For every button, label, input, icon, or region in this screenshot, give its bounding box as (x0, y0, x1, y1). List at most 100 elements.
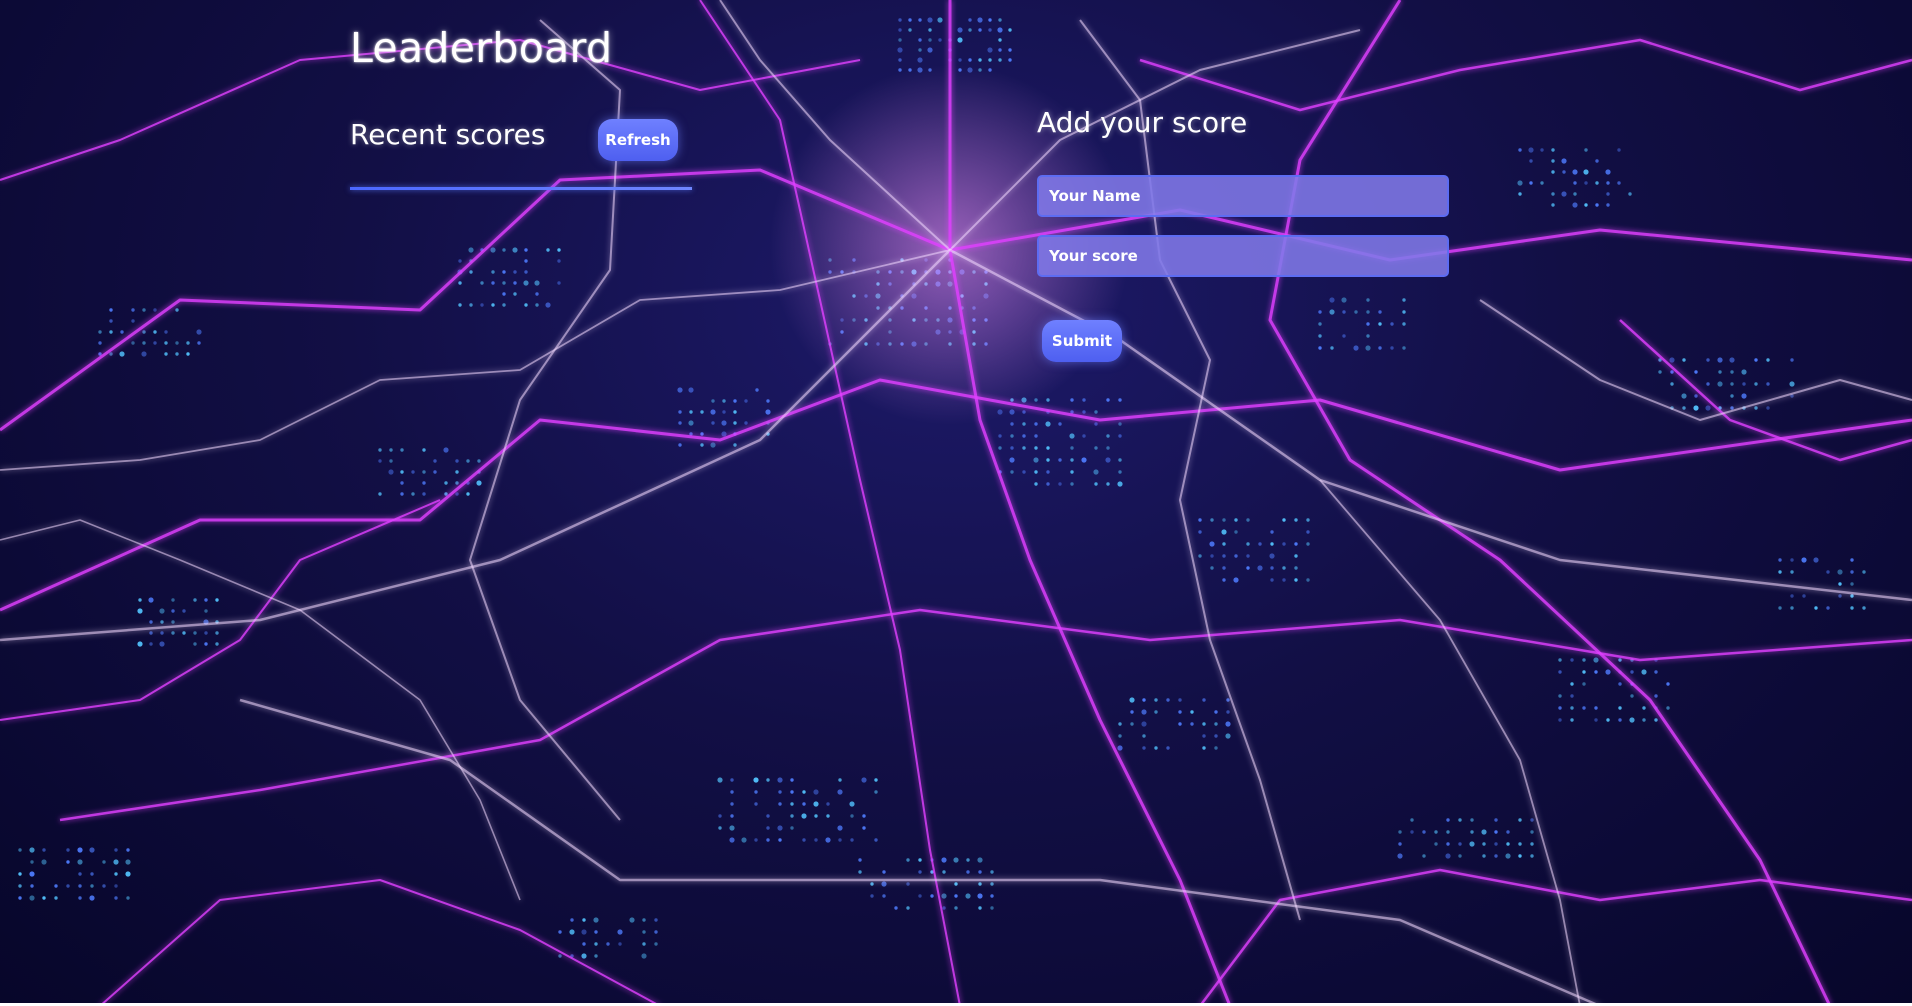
circuit-dot (18, 896, 22, 900)
circuit-dot (171, 631, 175, 635)
circuit-dot (160, 620, 164, 624)
circuit-dot (109, 352, 113, 356)
circuit-dot (937, 17, 943, 23)
circuit-dot (455, 481, 459, 485)
circuit-dot (204, 642, 208, 646)
circuit-dot (753, 777, 759, 783)
circuit-dot (1234, 518, 1238, 522)
circuit-dot (1584, 181, 1588, 185)
circuit-dot (458, 281, 462, 285)
circuit-dot (1045, 421, 1051, 427)
circuit-dot (1106, 446, 1110, 450)
circuit-dot (41, 859, 47, 865)
circuit-dot (741, 837, 747, 843)
circuit-dot (874, 838, 878, 842)
circuit-dot (930, 894, 934, 898)
refresh-button[interactable]: Refresh (598, 119, 678, 161)
circuit-dot (1730, 406, 1734, 410)
circuit-dot (480, 281, 484, 285)
circuit-dot (990, 870, 994, 874)
circuit-dot (389, 459, 393, 463)
circuit-dot (1618, 658, 1622, 662)
circuit-dot (1558, 658, 1562, 662)
circuit-dot (1402, 298, 1406, 302)
circuit-dot (534, 280, 540, 286)
circuit-trace (1139, 38, 1912, 112)
circuit-dot (1570, 694, 1574, 698)
circuit-dot (1366, 322, 1370, 326)
circuit-dot (502, 292, 506, 296)
circuit-dot (1270, 542, 1274, 546)
circuit-dot (455, 459, 459, 463)
circuit-dot (1246, 542, 1250, 546)
circuit-dot (1630, 670, 1634, 674)
circuit-dot (164, 352, 168, 356)
circuit-dot (1034, 482, 1038, 486)
circuit-dot (1494, 830, 1498, 834)
circuit-dot (1270, 578, 1274, 582)
circuit-dot (546, 248, 550, 252)
circuit-dot (1862, 570, 1866, 574)
circuit-dot (1106, 398, 1110, 402)
circuit-dot (204, 609, 208, 613)
circuit-dot (1641, 669, 1647, 675)
circuit-dot (942, 870, 946, 874)
circuit-dot (54, 896, 58, 900)
circuit-dot (766, 838, 770, 842)
circuit-dot (1730, 370, 1734, 374)
circuit-dot (142, 330, 146, 334)
circuit-dot (908, 18, 912, 22)
circuit-dot (1294, 554, 1298, 558)
circuit-dot (998, 446, 1002, 450)
submit-button[interactable]: Submit (1042, 320, 1122, 362)
circuit-dot (729, 825, 735, 831)
circuit-dot (1572, 202, 1578, 208)
circuit-dot (215, 598, 219, 602)
circuit-dot (721, 420, 727, 426)
circuit-dot (78, 896, 82, 900)
circuit-dot (1130, 722, 1134, 726)
circuit-dot (826, 814, 830, 818)
circuit-dot (1318, 310, 1322, 314)
circuit-dot (733, 421, 737, 425)
circuit-dot (1790, 594, 1794, 598)
circuit-dot (1551, 148, 1555, 152)
circuit-dot (1106, 434, 1110, 438)
circuit-dot (1642, 706, 1646, 710)
score-input[interactable] (1037, 235, 1449, 277)
circuit-dot (642, 942, 646, 946)
circuit-dot (826, 802, 830, 806)
circuit-dot (593, 917, 599, 923)
circuit-dot (978, 58, 982, 62)
circuit-dot (1398, 830, 1402, 834)
circuit-dot (1682, 358, 1686, 362)
circuit-dot (1269, 553, 1275, 559)
circuit-dot (1530, 842, 1534, 846)
circuit-dot (581, 953, 587, 959)
name-input[interactable] (1037, 175, 1449, 217)
circuit-dot (978, 28, 982, 32)
circuit-dot (988, 28, 992, 32)
circuit-dot (1434, 830, 1438, 834)
circuit-dot (1022, 410, 1026, 414)
circuit-dot (1094, 422, 1098, 426)
circuit-dot (1494, 842, 1498, 846)
circuit-dot (1754, 382, 1758, 386)
circuit-dot (700, 443, 704, 447)
circuit-dot (1518, 192, 1522, 196)
circuit-dot (1034, 422, 1038, 426)
circuit-dot (1518, 818, 1522, 822)
circuit-dot (400, 492, 404, 496)
circuit-dot (1226, 710, 1230, 714)
circuit-dot (1222, 578, 1226, 582)
circuit-dot (850, 814, 854, 818)
circuit-dot (1246, 566, 1250, 570)
circuit-dot (1397, 853, 1403, 859)
circuit-dot (1594, 670, 1598, 674)
circuit-dot (654, 942, 658, 946)
circuit-dot (1118, 722, 1122, 726)
circuit-dot (1010, 422, 1014, 426)
circuit-dot (466, 459, 470, 463)
circuit-dot (766, 814, 770, 818)
circuit-dot (754, 790, 758, 794)
